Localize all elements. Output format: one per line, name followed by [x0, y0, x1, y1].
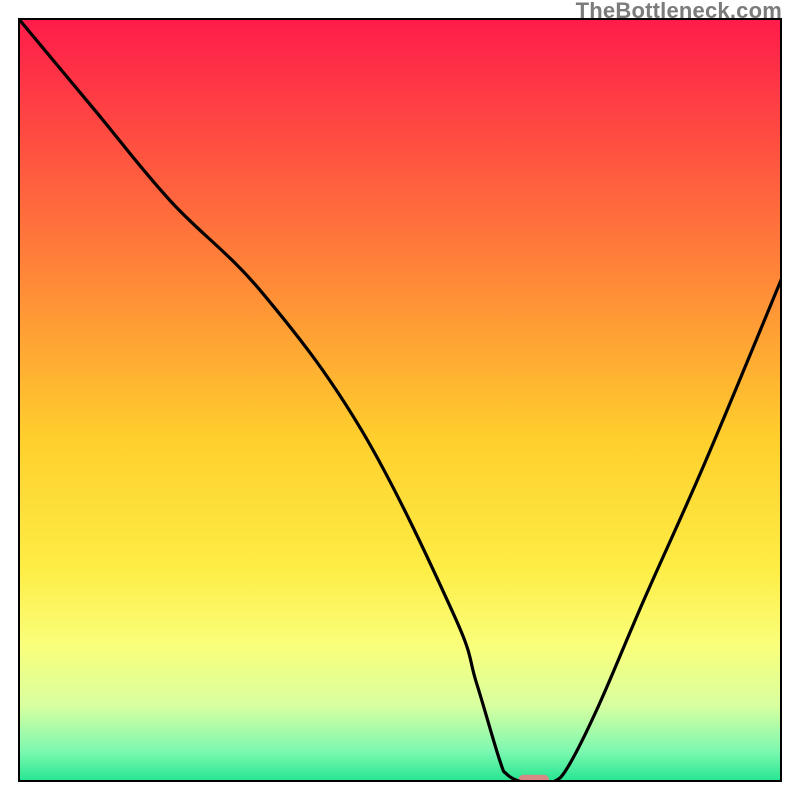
chart-container: TheBottleneck.com	[0, 0, 800, 800]
chart-plot	[18, 18, 782, 782]
chart-background	[18, 18, 782, 782]
watermark-label: TheBottleneck.com	[576, 0, 782, 24]
